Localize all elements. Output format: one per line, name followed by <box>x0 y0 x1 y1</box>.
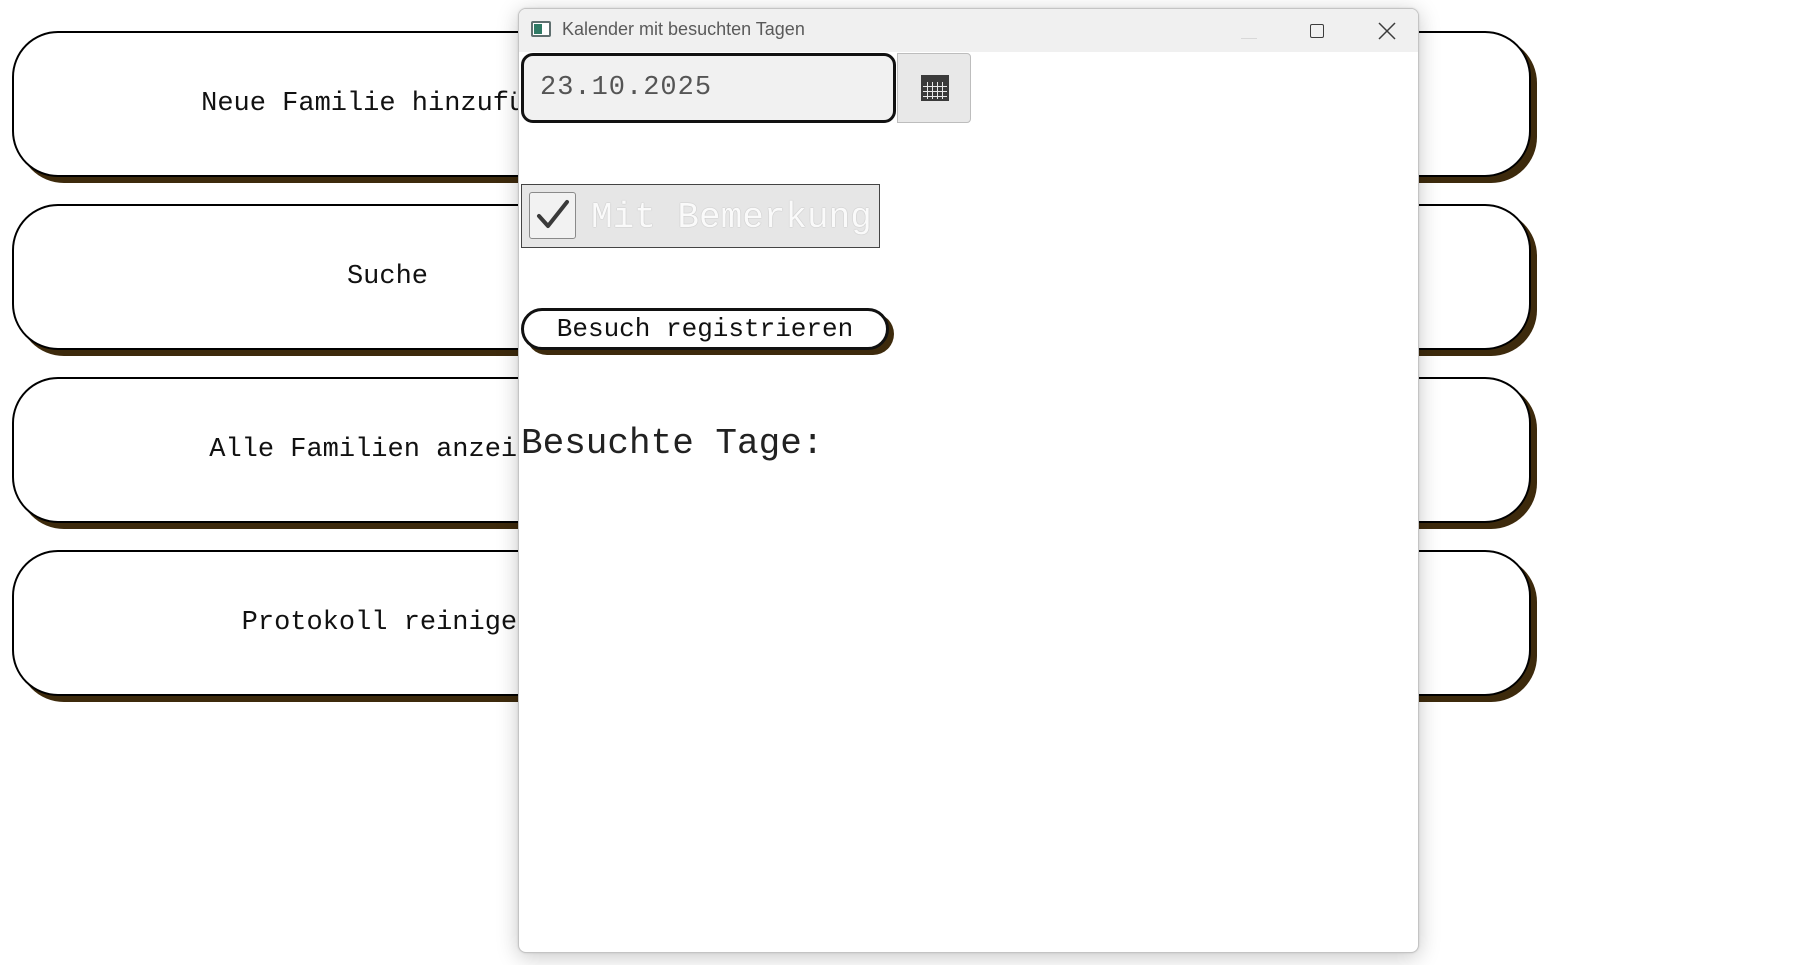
minimize-icon <box>1241 38 1257 39</box>
calendar-icon <box>921 75 949 101</box>
dialog-titlebar[interactable]: Kalender mit besuchten Tagen <box>519 9 1418 52</box>
maximize-button[interactable] <box>1281 9 1351 52</box>
date-input[interactable] <box>521 53 896 123</box>
checkmark-icon <box>537 200 569 228</box>
remark-checkbox[interactable]: Mit Bemerkung <box>521 184 880 248</box>
remark-checkbox-label: Mit Bemerkung <box>591 197 872 238</box>
calendar-picker-button[interactable] <box>897 53 971 123</box>
checkbox-box[interactable] <box>529 192 576 239</box>
close-button[interactable] <box>1351 9 1418 52</box>
minimize-button[interactable] <box>1211 9 1281 52</box>
close-icon <box>1378 22 1396 40</box>
dialog-title: Kalender mit besuchten Tagen <box>562 19 805 39</box>
register-visit-button[interactable]: Besuch registrieren <box>521 308 889 350</box>
maximize-icon <box>1310 24 1324 38</box>
calendar-dialog: Kalender mit besuchten Tagen Mit Bemerku… <box>518 8 1419 953</box>
visited-days-heading: Besuchte Tage: <box>521 423 824 464</box>
app-window-icon <box>531 21 551 37</box>
